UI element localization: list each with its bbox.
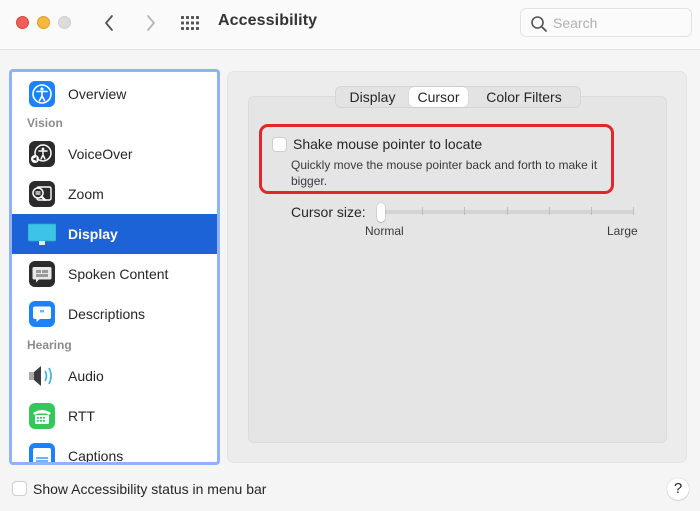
sidebar-item-label: Zoom [68,186,104,202]
search-field[interactable] [520,8,692,37]
voiceover-icon [29,141,55,167]
tab-color-filters[interactable]: Color Filters [468,87,580,107]
sidebar-item-captions[interactable]: Captions [12,436,217,464]
search-input[interactable] [553,13,685,33]
chevron-left-icon [105,15,113,31]
grid-icon [181,16,199,30]
rtt-icon [29,403,55,429]
sidebar-item-descriptions[interactable]: " Descriptions [12,294,217,334]
slider-max-label: Large [607,224,638,238]
sidebar-item-label: RTT [68,408,95,424]
shake-pointer-description: Quickly move the mouse pointer back and … [291,158,598,188]
search-icon [531,16,547,32]
title-bar: Accessibility [0,0,700,50]
sidebar-item-label: VoiceOver [68,146,133,162]
sidebar-item-voiceover[interactable]: VoiceOver [12,134,217,174]
cursor-size-slider[interactable] [376,200,636,226]
slider-tick [422,207,424,215]
minimize-window-button[interactable] [37,16,50,29]
sidebar-item-rtt[interactable]: RTT [12,396,217,436]
shake-pointer-label[interactable]: Shake mouse pointer to locate [293,136,482,152]
segmented-tab-control: Display Cursor Color Filters [335,86,581,108]
slider-tick [548,207,550,215]
show-status-checkbox[interactable] [12,481,27,496]
show-status-label[interactable]: Show Accessibility status in menu bar [33,481,266,497]
zoom-window-button[interactable] [58,16,71,29]
chevron-right-icon [147,15,155,31]
sidebar-item-display[interactable]: Display [12,214,217,254]
accessibility-icon [29,81,55,107]
section-header-hearing: Hearing [27,338,72,352]
help-button[interactable]: ? [667,478,689,500]
slider-tick [464,207,466,215]
section-header-vision: Vision [27,116,63,130]
show-all-button[interactable] [180,14,202,32]
tab-display[interactable]: Display [336,87,409,107]
sidebar-item-label: Overview [68,86,127,102]
spoken-content-icon [29,261,55,287]
captions-icon [29,443,55,462]
cursor-size-label: Cursor size: [291,204,366,220]
slider-min-label: Normal [365,224,404,238]
sidebar-item-label: Display [68,226,118,242]
sidebar-item-overview[interactable]: Overview [12,74,217,114]
zoom-icon [29,181,55,207]
sidebar-item-audio[interactable]: Audio [12,356,217,396]
window-title: Accessibility [218,12,318,29]
close-window-button[interactable] [16,16,29,29]
slider-knob[interactable] [377,203,385,222]
sidebar-item-label: Spoken Content [68,266,169,282]
sidebar-item-spoken-content[interactable]: Spoken Content [12,254,217,294]
sidebar-item-zoom[interactable]: Zoom [12,174,217,214]
sidebar-list[interactable]: Overview Vision VoiceOver Zoom Display S… [9,69,220,465]
descriptions-icon: " [29,301,55,327]
sidebar-item-label: Audio [68,368,104,384]
tab-cursor[interactable]: Cursor [409,87,468,107]
slider-tick [633,207,634,215]
sidebar-item-label: Captions [68,448,124,464]
sidebar-item-label: Descriptions [68,306,146,322]
back-button[interactable] [100,12,120,34]
svg-text:": " [40,309,45,320]
speaker-icon [29,366,52,386]
forward-button[interactable] [140,12,160,34]
slider-tick [590,207,592,215]
shake-pointer-checkbox[interactable] [272,137,287,152]
slider-tick [506,207,508,215]
display-icon [28,223,56,245]
